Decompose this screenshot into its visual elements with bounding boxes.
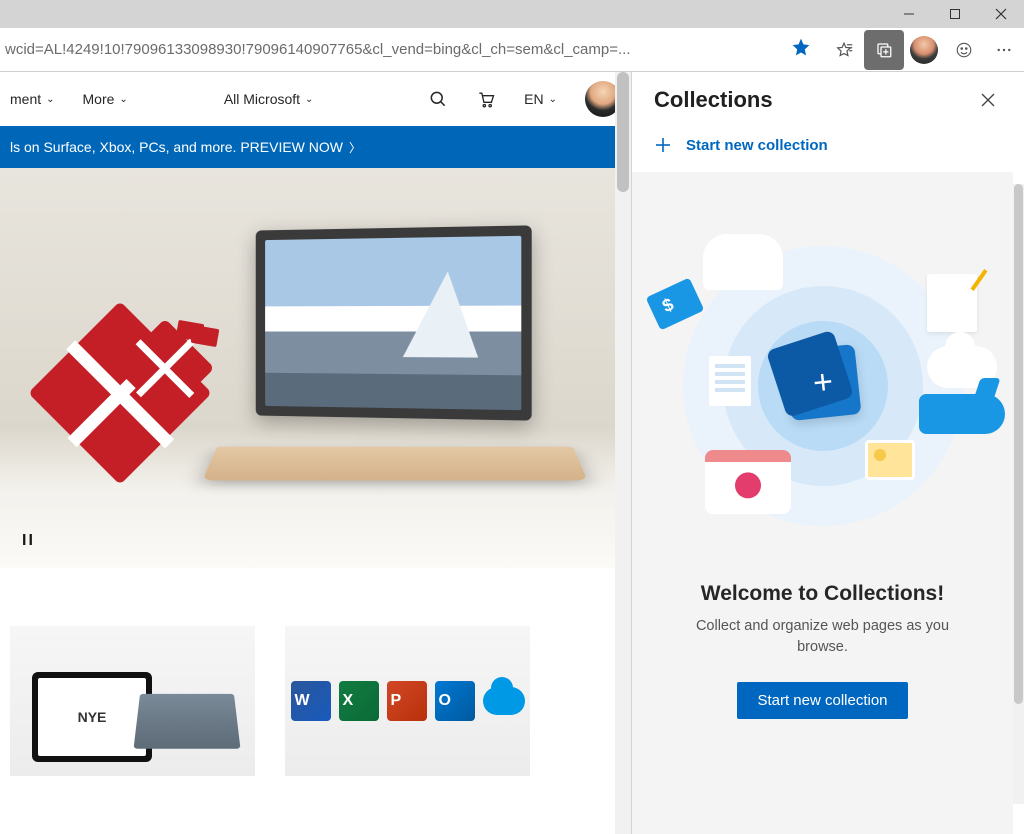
chevron-down-icon: ⌄ bbox=[549, 94, 557, 105]
collections-panel: Collections Start new collection + bbox=[631, 72, 1024, 834]
nav-item-label: All Microsoft bbox=[224, 91, 300, 107]
address-bar[interactable]: wcid=AL!4249!10!79096133098930!790961409… bbox=[0, 34, 820, 66]
promo-banner[interactable]: ls on Surface, Xbox, PCs, and more. PREV… bbox=[0, 126, 631, 168]
collections-empty-state: + Welcome to Collections! Collect and or… bbox=[632, 172, 1013, 834]
chevron-down-icon: ⌄ bbox=[46, 94, 54, 105]
word-icon: W bbox=[291, 681, 331, 721]
close-window-button[interactable] bbox=[978, 0, 1024, 28]
collections-button[interactable] bbox=[864, 30, 904, 70]
excel-icon: X bbox=[339, 681, 379, 721]
site-nav: ment ⌄ More ⌄ All Microsoft ⌄ EN ⌄ bbox=[0, 72, 631, 126]
outlook-icon: O bbox=[435, 681, 475, 721]
start-new-collection-link[interactable]: Start new collection bbox=[632, 124, 1024, 172]
tablet-image: NYE bbox=[32, 672, 152, 762]
favorites-list-button[interactable] bbox=[824, 30, 864, 70]
gift-box-icon bbox=[130, 333, 200, 403]
favorite-star-filled-icon[interactable] bbox=[791, 37, 811, 62]
chevron-right-icon: 〉 bbox=[349, 139, 361, 156]
collections-header: Collections bbox=[632, 72, 1024, 124]
powerpoint-icon: P bbox=[387, 681, 427, 721]
tablet-screen-text: NYE bbox=[38, 678, 146, 756]
nav-item-label: More bbox=[83, 91, 115, 107]
feedback-smiley-button[interactable] bbox=[944, 30, 984, 70]
collections-title: Collections bbox=[654, 87, 773, 113]
plus-icon bbox=[654, 136, 672, 154]
profile-avatar[interactable] bbox=[910, 36, 938, 64]
more-menu-button[interactable] bbox=[984, 30, 1024, 70]
onedrive-icon bbox=[483, 687, 525, 715]
page-scrollbar[interactable] bbox=[615, 72, 631, 834]
carousel-pause-button[interactable]: II bbox=[22, 532, 35, 550]
tile-office-apps[interactable]: W X P O bbox=[285, 626, 530, 776]
tile-surface-go[interactable]: NYE bbox=[10, 626, 255, 776]
collections-scrollbar-thumb[interactable] bbox=[1014, 184, 1023, 704]
webpage-viewport: ment ⌄ More ⌄ All Microsoft ⌄ EN ⌄ bbox=[0, 72, 631, 834]
window-titlebar bbox=[0, 0, 1024, 28]
welcome-text: Collect and organize web pages as you br… bbox=[693, 616, 953, 658]
nav-item-more[interactable]: More ⌄ bbox=[83, 91, 128, 107]
search-icon[interactable] bbox=[428, 89, 448, 109]
close-collections-button[interactable] bbox=[974, 86, 1002, 114]
nav-item-ment[interactable]: ment ⌄ bbox=[10, 91, 55, 107]
welcome-heading: Welcome to Collections! bbox=[701, 582, 944, 606]
collections-illustration: + bbox=[653, 216, 993, 556]
language-selector[interactable]: EN ⌄ bbox=[524, 91, 557, 107]
language-label: EN bbox=[524, 91, 543, 107]
chevron-down-icon: ⌄ bbox=[305, 94, 313, 105]
start-new-collection-button[interactable]: Start new collection bbox=[737, 682, 907, 719]
collections-scrollbar[interactable] bbox=[1013, 184, 1024, 804]
hero-banner[interactable]: II bbox=[0, 168, 615, 568]
keyboard-image bbox=[134, 694, 241, 749]
nav-item-all-microsoft[interactable]: All Microsoft ⌄ bbox=[224, 91, 314, 107]
cart-icon[interactable] bbox=[476, 89, 496, 109]
maximize-button[interactable] bbox=[932, 0, 978, 28]
chevron-down-icon: ⌄ bbox=[119, 94, 127, 105]
start-new-collection-label: Start new collection bbox=[686, 137, 828, 154]
promo-text: ls on Surface, Xbox, PCs, and more. PREV… bbox=[10, 139, 343, 155]
minimize-button[interactable] bbox=[886, 0, 932, 28]
url-text: wcid=AL!4249!10!79096133098930!790961409… bbox=[5, 41, 783, 58]
browser-toolbar: wcid=AL!4249!10!79096133098930!790961409… bbox=[0, 28, 1024, 72]
laptop-image bbox=[210, 228, 580, 508]
product-tiles: NYE W X P O bbox=[0, 568, 631, 776]
nav-item-label: ment bbox=[10, 91, 41, 107]
page-scrollbar-thumb[interactable] bbox=[617, 72, 629, 192]
